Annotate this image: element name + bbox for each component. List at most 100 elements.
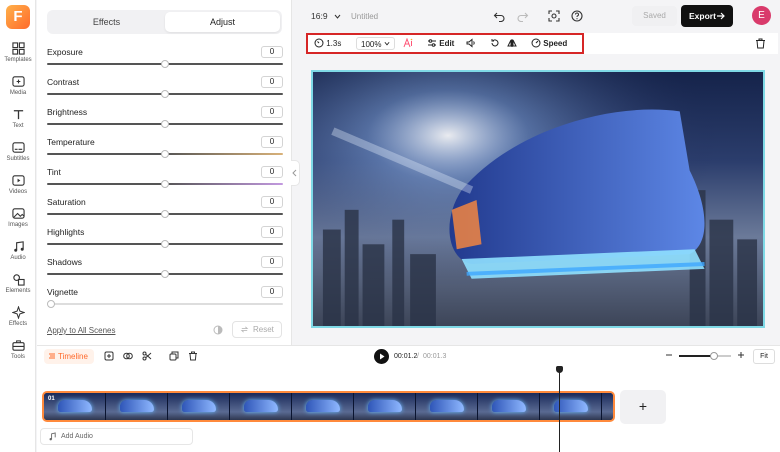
sidebar-item-templates[interactable]: Templates <box>0 42 36 72</box>
adjust-slider-knob[interactable] <box>161 270 169 278</box>
sidebar-item-elements[interactable]: Elements <box>0 273 36 303</box>
sidebar-item-videos[interactable]: Videos <box>0 174 36 204</box>
redo-icon[interactable] <box>517 10 529 22</box>
scissors-icon[interactable] <box>142 351 152 361</box>
clock-icon <box>314 38 324 48</box>
timeline-clip[interactable]: 01 <box>42 391 615 422</box>
app-logo[interactable]: F <box>6 5 30 29</box>
zoom-slider-knob[interactable] <box>710 352 719 360</box>
playhead-line[interactable] <box>559 368 560 452</box>
adjust-value-input[interactable]: 0 <box>261 76 283 88</box>
export-button[interactable]: Export <box>681 5 733 27</box>
play-circle-icon <box>11 175 25 186</box>
user-avatar[interactable]: E <box>752 6 771 25</box>
clip-thumbnail <box>106 393 168 420</box>
sidebar-item-label: Videos <box>8 189 28 195</box>
delete-scene-icon[interactable] <box>188 351 198 361</box>
sidebar-item-effects[interactable]: Effects <box>0 306 36 336</box>
adjust-slider-knob[interactable] <box>161 60 169 68</box>
adjust-label: Vignette <box>47 287 79 297</box>
music-note-icon <box>49 432 56 441</box>
thumbnail-sneaker <box>492 400 526 412</box>
collapse-panel-handle[interactable] <box>291 160 300 186</box>
sidebar-item-text[interactable]: Text <box>0 108 36 138</box>
preview-icon[interactable] <box>548 10 560 22</box>
chevron-left-icon <box>292 169 297 177</box>
shapes-icon <box>12 274 25 286</box>
add-scene-button[interactable]: + <box>620 390 666 424</box>
folder-plus-icon <box>11 76 25 87</box>
project-title[interactable]: Untitled <box>351 12 378 21</box>
zoom-in-icon[interactable] <box>737 351 745 359</box>
duration-button[interactable]: 1.3s <box>314 37 341 50</box>
sidebar-item-label: Templates <box>4 57 32 63</box>
adjust-label: Contrast <box>47 77 80 87</box>
adjust-slider-knob[interactable] <box>161 120 169 128</box>
volume-button[interactable] <box>466 37 476 50</box>
add-audio-button[interactable]: Add Audio <box>40 428 193 445</box>
thumbnail-sneaker <box>120 400 154 412</box>
toolbox-icon <box>11 340 25 351</box>
aspect-ratio-value: 16:9 <box>311 11 328 21</box>
tab-effects[interactable]: Effects <box>49 12 164 32</box>
adjust-value-input[interactable]: 0 <box>261 46 283 58</box>
zoom-dropdown[interactable]: 100% <box>356 37 395 50</box>
apply-to-all-scenes-link[interactable]: Apply to All Scenes <box>47 326 115 335</box>
speaker-icon <box>466 38 475 48</box>
chevron-down-icon <box>384 41 390 46</box>
adjust-value-input[interactable]: 0 <box>261 196 283 208</box>
adjust-slider-knob[interactable] <box>161 240 169 248</box>
sidebar-item-images[interactable]: Images <box>0 207 36 237</box>
clip-thumbnail <box>168 393 230 420</box>
timeline-toggle-button[interactable]: Timeline <box>44 349 94 364</box>
adjust-label: Exposure <box>47 47 83 57</box>
adjust-label: Shadows <box>47 257 82 267</box>
sidebar-item-tools[interactable]: Tools <box>0 339 36 369</box>
trash-icon[interactable] <box>755 38 766 49</box>
speed-button[interactable]: Speed <box>531 37 567 50</box>
sidebar-item-subtitles[interactable]: Subtitles <box>0 141 36 171</box>
clip-number: 01 <box>48 396 55 402</box>
adjust-value-input[interactable]: 0 <box>261 136 283 148</box>
playhead-handle[interactable] <box>556 366 563 373</box>
split-icon[interactable] <box>123 351 133 361</box>
undo-icon[interactable] <box>493 10 505 22</box>
rotate-button[interactable] <box>490 37 500 50</box>
zoom-out-icon[interactable] <box>665 351 673 359</box>
flip-button[interactable] <box>507 37 517 50</box>
subtitles-icon <box>11 142 25 153</box>
adjust-value-input[interactable]: 0 <box>261 106 283 118</box>
help-icon[interactable] <box>571 10 583 22</box>
fit-button[interactable]: Fit <box>753 349 775 364</box>
add-scene-icon[interactable] <box>104 351 114 361</box>
clip-thumbnail <box>230 393 292 420</box>
sidebar-item-audio[interactable]: Audio <box>0 240 36 270</box>
reset-button[interactable]: Reset <box>232 321 282 338</box>
adjust-row-contrast: Contrast 0 <box>47 76 283 107</box>
adjust-slider-knob[interactable] <box>161 210 169 218</box>
adjust-slider-knob[interactable] <box>161 90 169 98</box>
adjust-value-input[interactable]: 0 <box>261 286 283 298</box>
adjust-value-input[interactable]: 0 <box>261 226 283 238</box>
adjust-slider-knob[interactable] <box>161 150 169 158</box>
adjust-value-input[interactable]: 0 <box>261 166 283 178</box>
adjust-label: Tint <box>47 167 61 177</box>
speedometer-icon <box>531 38 541 48</box>
compare-icon[interactable] <box>213 325 223 335</box>
adjust-value-input[interactable]: 0 <box>261 256 283 268</box>
adjust-slider-track[interactable] <box>47 303 283 305</box>
adjust-slider-knob[interactable] <box>47 300 55 308</box>
edit-button[interactable]: Edit <box>427 37 454 50</box>
aspect-ratio-dropdown[interactable]: 16:9 <box>311 11 341 21</box>
duplicate-icon[interactable] <box>169 351 179 361</box>
ai-tools-button[interactable] <box>403 37 413 50</box>
timeline-zoom-slider[interactable] <box>679 355 731 357</box>
tab-adjust[interactable]: Adjust <box>165 12 280 32</box>
play-button[interactable] <box>374 349 389 364</box>
adjust-row-exposure: Exposure 0 <box>47 46 283 77</box>
adjust-panel: Effects Adjust Exposure 0 Contrast 0 Brightn… <box>37 0 292 345</box>
video-canvas[interactable] <box>311 70 765 328</box>
adjust-slider-knob[interactable] <box>161 180 169 188</box>
sidebar-item-media[interactable]: Media <box>0 75 36 105</box>
speed-label: Speed <box>543 39 568 48</box>
